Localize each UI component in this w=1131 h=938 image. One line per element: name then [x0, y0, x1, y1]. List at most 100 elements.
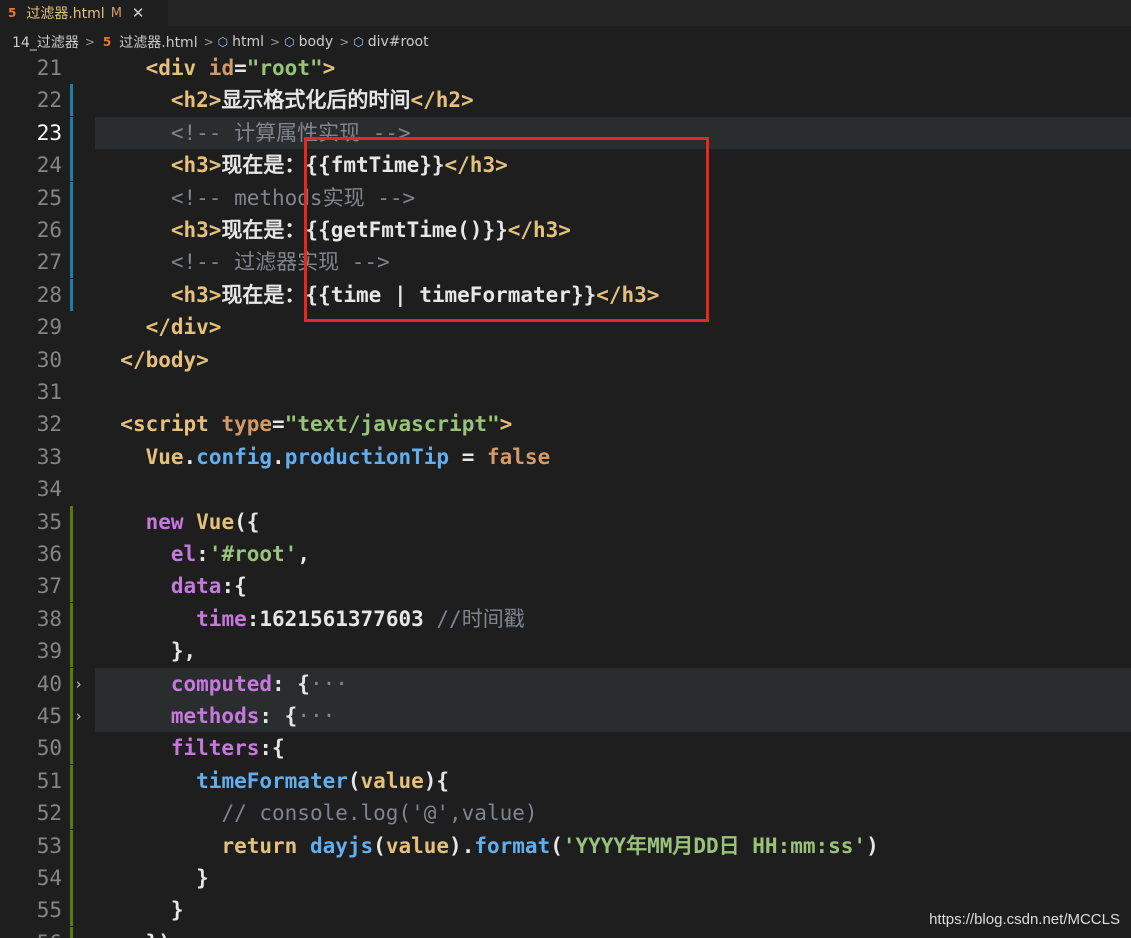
code-token: >: [499, 412, 513, 437]
code-line[interactable]: 35 new Vue({: [0, 505, 1131, 538]
code-token: : {: [272, 671, 310, 696]
code-text: <div id="root">: [95, 52, 336, 84]
breadcrumb-item-html[interactable]: html: [230, 34, 266, 50]
breadcrumb-item-div-root[interactable]: div#root: [366, 34, 431, 50]
line-number: 27: [36, 250, 62, 275]
code-text: }: [95, 894, 184, 926]
code-line[interactable]: 21 <div id="root">: [0, 52, 1131, 84]
code-line[interactable]: 50 filters:{: [0, 732, 1131, 765]
breadcrumb-file[interactable]: 过滤器.html: [117, 32, 199, 52]
gutter-added-marker: [70, 635, 73, 668]
gutter-modified-marker: [70, 214, 73, 246]
code-token: <script: [120, 412, 222, 437]
fold-chevron-icon[interactable]: ›: [74, 700, 83, 732]
line-number: 54: [36, 866, 62, 890]
code-token: .: [272, 444, 285, 469]
code-text: timeFormater(value){: [95, 765, 449, 797]
code-token: </h2>: [410, 88, 474, 113]
line-number: 53: [36, 833, 62, 858]
code-token: <h3>: [170, 282, 222, 307]
close-icon[interactable]: ✕: [132, 4, 145, 22]
code-text: computed: {···: [95, 668, 348, 700]
code-line[interactable]: 45 › methods: {···: [0, 700, 1131, 732]
code-token: filters: [170, 736, 260, 761]
code-line[interactable]: 40 › computed: {···: [0, 667, 1131, 700]
code-token: // console.log('@',value): [221, 801, 538, 826]
chevron-right-icon: >: [84, 35, 95, 49]
code-token: 显示格式化后的时间: [221, 88, 411, 113]
chevron-right-icon: >: [203, 35, 214, 49]
gutter-added-marker: [70, 667, 73, 700]
code-token: (: [347, 768, 361, 793]
code-text: }: [95, 862, 209, 894]
line-number: 39: [36, 639, 62, 664]
code-line[interactable]: 22 <h2>显示格式化后的时间</h2>: [0, 84, 1131, 117]
code-token: Vue: [145, 444, 184, 469]
code-token: "root": [246, 56, 323, 80]
code-text: filters:{: [95, 732, 285, 764]
line-number: 21: [36, 56, 62, 80]
code-token: =: [272, 412, 285, 437]
code-token: ,: [297, 542, 310, 566]
line-number: 33: [36, 444, 62, 469]
gutter-added-marker: [70, 732, 73, 765]
line-number: 45: [36, 704, 62, 728]
gutter-added-marker: [70, 797, 73, 830]
gutter-added-marker: [70, 894, 73, 927]
code-token: ).: [449, 833, 475, 858]
breadcrumb-folder[interactable]: 14_过滤器: [10, 32, 81, 52]
line-number: 26: [36, 218, 62, 242]
code-token: ···: [297, 704, 336, 728]
code-line[interactable]: 32 <script type="text/javascript">: [0, 408, 1131, 440]
gutter-modified-marker: [70, 181, 73, 214]
editor-tab[interactable]: 5 过滤器.html M ✕: [0, 0, 168, 26]
line-number: 30: [36, 347, 62, 372]
line-number: 52: [36, 801, 62, 826]
code-line[interactable]: 34: [0, 473, 1131, 505]
gutter-modified-marker: [70, 84, 73, 117]
code-line[interactable]: 31: [0, 376, 1131, 408]
code-token: }): [146, 931, 171, 938]
code-token: }: [170, 898, 184, 923]
element-cube-icon: ⬡: [284, 35, 295, 49]
code-line[interactable]: 39 },: [0, 635, 1131, 668]
fold-chevron-icon[interactable]: ›: [74, 668, 83, 700]
code-token: dayjs: [309, 833, 374, 858]
line-number: 35: [36, 509, 62, 534]
line-number: 38: [36, 606, 62, 631]
code-text: methods: {···: [95, 700, 335, 732]
code-line[interactable]: 33 Vue.config.productionTip = false: [0, 441, 1131, 473]
code-token: :: [246, 606, 260, 631]
code-token: ): [866, 833, 879, 858]
code-line[interactable]: 30 </body>: [0, 344, 1131, 376]
code-token: productionTip: [284, 444, 450, 469]
code-token: :: [196, 542, 209, 566]
line-number: 37: [36, 574, 62, 599]
code-line[interactable]: 52 // console.log('@',value): [0, 797, 1131, 830]
code-token: value: [360, 768, 424, 793]
code-token: data: [170, 574, 222, 599]
line-number: 51: [36, 768, 62, 793]
code-line[interactable]: 54 }: [0, 862, 1131, 894]
gutter-added-marker: [70, 926, 73, 938]
code-line[interactable]: 38 time:1621561377603 //时间戳: [0, 602, 1131, 635]
breadcrumb-item-body[interactable]: body: [297, 34, 336, 50]
code-line[interactable]: 37 data:{: [0, 570, 1131, 603]
code-token: <div: [145, 56, 209, 80]
code-line[interactable]: 51 timeFormater(value){: [0, 764, 1131, 797]
gutter-modified-marker: [70, 149, 73, 182]
code-line[interactable]: 56 }): [0, 926, 1131, 938]
line-number: 32: [36, 412, 62, 437]
code-token: methods: [170, 704, 260, 728]
code-line[interactable]: 53 return dayjs(value).format('YYYY年MM月D…: [0, 829, 1131, 862]
code-token: new: [145, 509, 197, 534]
code-line[interactable]: 36 el:'#root',: [0, 538, 1131, 570]
